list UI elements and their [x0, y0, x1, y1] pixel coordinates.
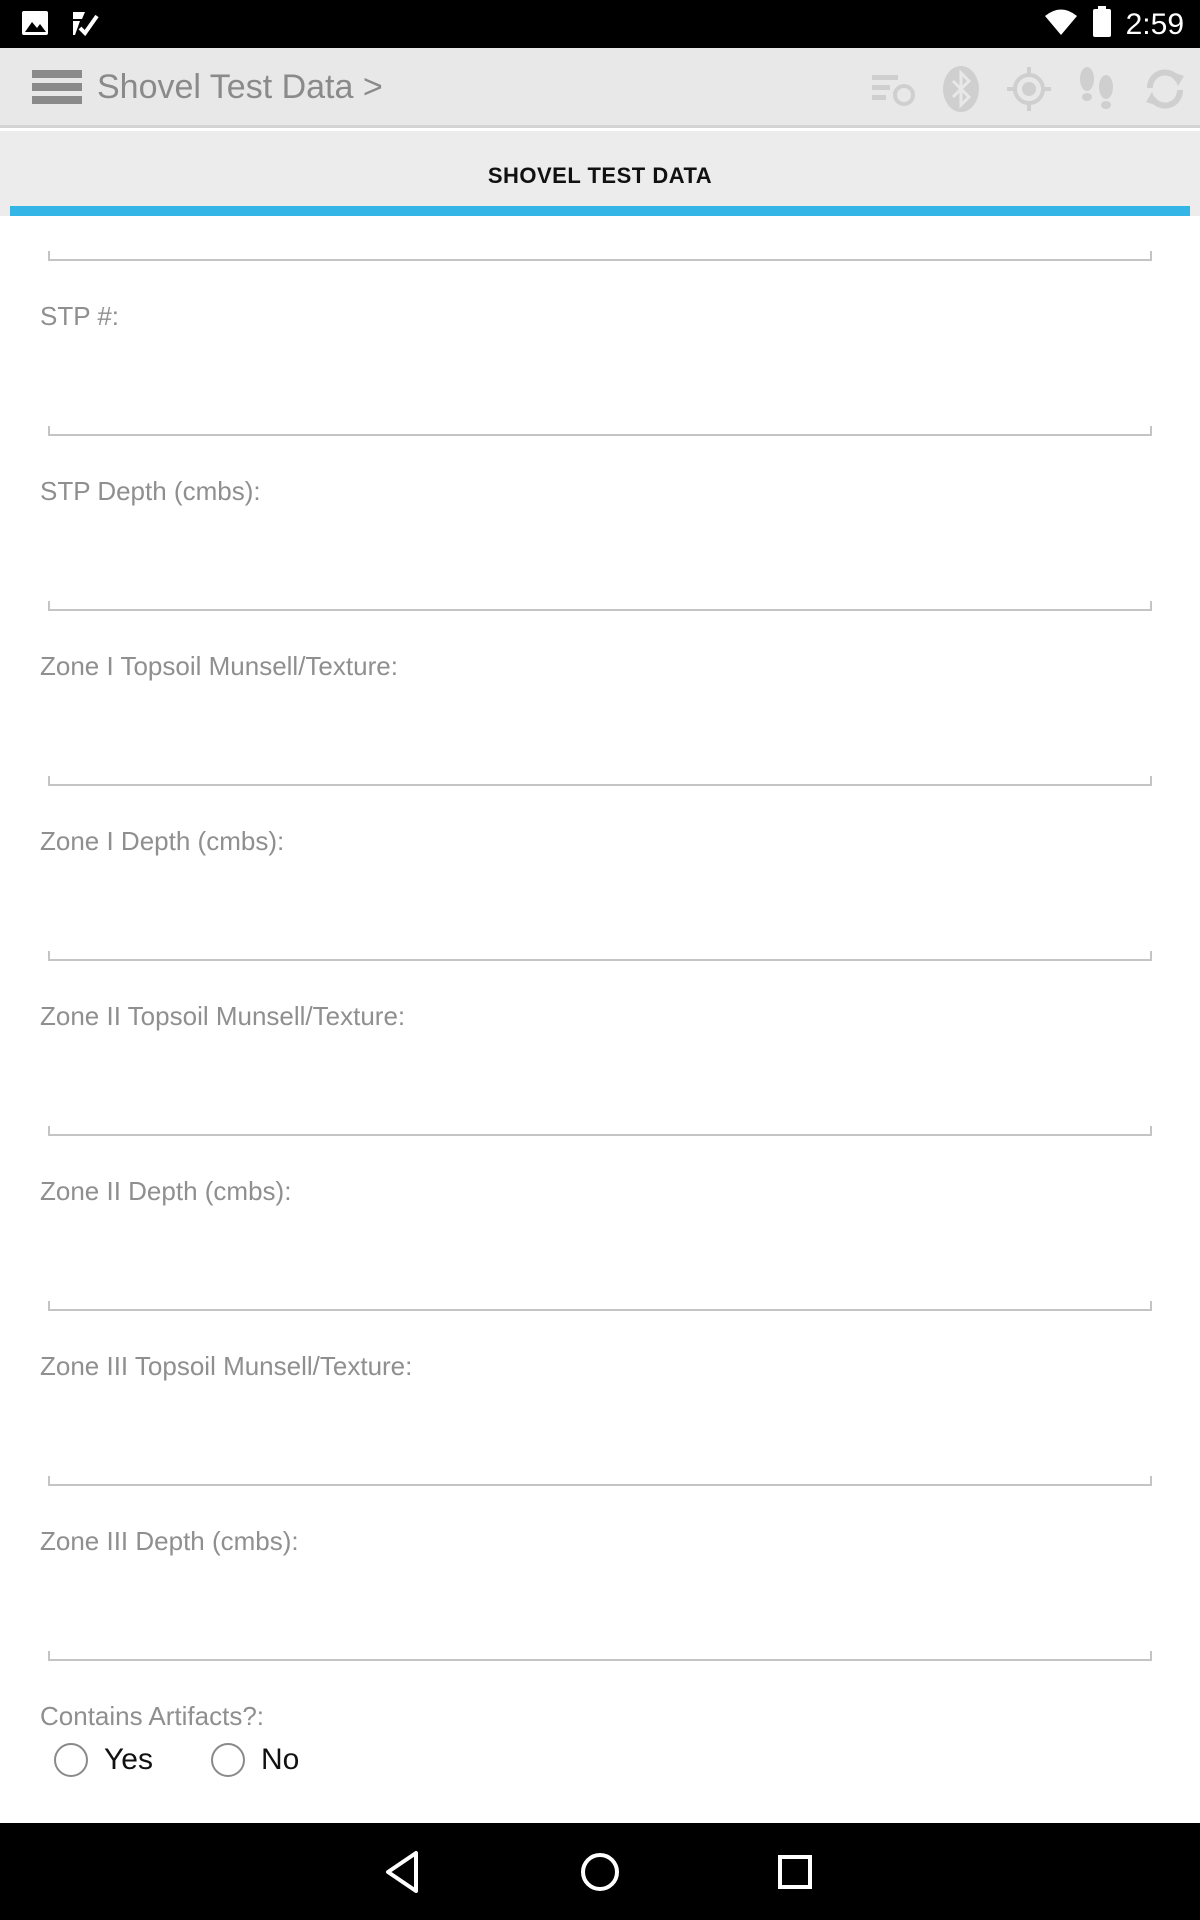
- battery-icon: [1092, 6, 1112, 43]
- back-icon[interactable]: [380, 1847, 430, 1897]
- zone3-topsoil-underline: [48, 1476, 1152, 1486]
- bluetooth-icon[interactable]: [938, 66, 984, 112]
- image-icon: [20, 8, 50, 43]
- zone1-depth-underline: [48, 951, 1152, 961]
- tab-strip: SHOVEL TEST DATA: [0, 131, 1200, 216]
- zone2-depth-input[interactable]: [48, 1223, 1152, 1303]
- zone3-depth-input[interactable]: [48, 1573, 1152, 1653]
- zone3-depth-underline: [48, 1651, 1152, 1661]
- contains-artifacts-label: Contains Artifacts?:: [40, 1701, 264, 1731]
- status-bar: 2:59: [0, 0, 1200, 48]
- tab-label: SHOVEL TEST DATA: [487, 163, 713, 188]
- stp-number-input[interactable]: [48, 348, 1152, 428]
- zone2-depth-label: Zone II Depth (cmbs):: [40, 1176, 292, 1206]
- zone1-depth-input[interactable]: [48, 873, 1152, 953]
- check-notification-icon: [70, 8, 100, 43]
- refresh-icon[interactable]: [1142, 66, 1188, 112]
- shovel-test-form: STP #: STP Depth (cmbs): Zone I Topsoil …: [10, 216, 1190, 1823]
- artifacts-yes-radio[interactable]: Yes: [54, 1743, 153, 1777]
- radio-circle-icon[interactable]: [210, 1743, 245, 1777]
- zone2-depth-underline: [48, 1301, 1152, 1311]
- zone1-depth-label: Zone I Depth (cmbs):: [40, 826, 285, 856]
- menu-icon[interactable]: [32, 70, 82, 110]
- tab-shovel-test-data[interactable]: SHOVEL TEST DATA: [10, 131, 1190, 216]
- wifi-icon: [1044, 7, 1078, 42]
- recents-icon[interactable]: [770, 1847, 820, 1897]
- stp-number-underline: [48, 426, 1152, 436]
- list-sync-icon[interactable]: [870, 66, 916, 112]
- zone2-topsoil-input[interactable]: [48, 1048, 1152, 1128]
- home-icon[interactable]: [575, 1847, 625, 1897]
- zone1-topsoil-label: Zone I Topsoil Munsell/Texture:: [40, 651, 398, 681]
- zone1-topsoil-underline: [48, 776, 1152, 786]
- stp-number-label: STP #:: [40, 301, 120, 331]
- artifacts-yes-label[interactable]: Yes: [104, 1743, 153, 1777]
- radio-circle-icon[interactable]: [54, 1743, 88, 1777]
- zone1-topsoil-input[interactable]: [48, 698, 1152, 778]
- artifacts-no-label[interactable]: No: [261, 1743, 299, 1777]
- artifacts-no-radio[interactable]: No: [210, 1743, 299, 1777]
- stp-depth-input[interactable]: [48, 523, 1152, 603]
- previous-field-input[interactable]: [48, 216, 1152, 256]
- zone2-topsoil-label: Zone II Topsoil Munsell/Texture:: [40, 1001, 406, 1031]
- stp-depth-underline: [48, 601, 1152, 611]
- zone2-topsoil-underline: [48, 1126, 1152, 1136]
- zone3-topsoil-input[interactable]: [48, 1398, 1152, 1478]
- footprints-icon[interactable]: [1074, 66, 1120, 112]
- stp-depth-label: STP Depth (cmbs):: [40, 476, 261, 506]
- tab-indicator: [10, 206, 1190, 216]
- status-time: 2:59: [1125, 7, 1184, 41]
- contains-artifacts-radio-group: Yes No: [54, 1743, 357, 1777]
- action-bar: Shovel Test Data >: [0, 48, 1200, 128]
- gps-target-icon[interactable]: [1006, 66, 1052, 112]
- zone3-topsoil-label: Zone III Topsoil Munsell/Texture:: [40, 1351, 413, 1381]
- system-nav-bar: [0, 1823, 1200, 1920]
- zone3-depth-label: Zone III Depth (cmbs):: [40, 1526, 299, 1556]
- app-title[interactable]: Shovel Test Data >: [97, 68, 383, 107]
